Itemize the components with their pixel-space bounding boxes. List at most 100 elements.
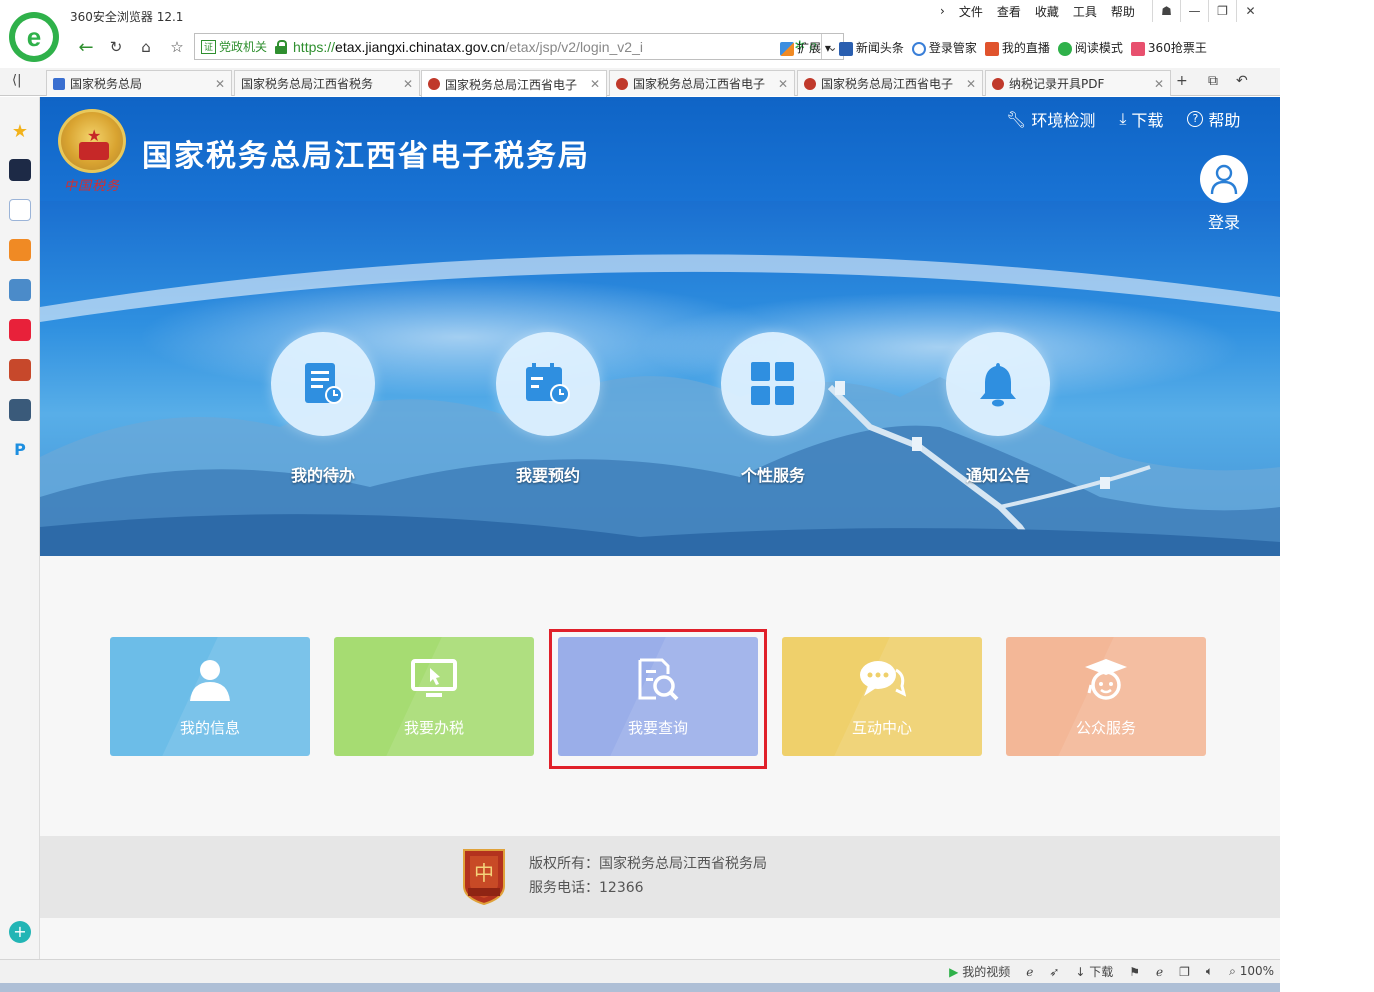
- skin-icon[interactable]: ☗: [1152, 0, 1180, 22]
- login-avatar-button[interactable]: [1200, 155, 1248, 203]
- sidebar-word-icon[interactable]: [9, 199, 31, 221]
- restore-tabs-icon[interactable]: ⧉: [1208, 73, 1218, 89]
- close-window-button[interactable]: ✕: [1236, 0, 1264, 22]
- graduate-face-icon: [1081, 655, 1131, 705]
- ext-extensions[interactable]: 扩展 ▾: [780, 39, 831, 56]
- card-query[interactable]: 我要查询: [558, 637, 758, 756]
- ext-live[interactable]: 我的直播: [984, 39, 1050, 56]
- menu-view[interactable]: 查看: [997, 3, 1021, 20]
- sidebar-p-icon[interactable]: P: [9, 439, 31, 461]
- ext-ticket[interactable]: 360抢票王: [1130, 39, 1207, 56]
- sidebar-game-3-icon[interactable]: [9, 399, 31, 421]
- chevron-right-icon[interactable]: ›: [940, 4, 945, 18]
- gov-cert-badge[interactable]: 证 党政机关: [195, 38, 275, 55]
- emblem-tab-icon: [616, 77, 628, 90]
- download-status-button[interactable]: ↓ 下载: [1075, 963, 1113, 980]
- ext-news[interactable]: 新闻头条: [838, 39, 904, 56]
- emblem-tab-icon: [992, 77, 1004, 90]
- help-link[interactable]: ? 帮助: [1187, 107, 1240, 131]
- sidebar-game-1-icon[interactable]: [9, 279, 31, 301]
- env-check-link[interactable]: 🔧︎ 环境检测: [1006, 107, 1095, 131]
- sidebar-toggle-icon[interactable]: ⟨|: [12, 73, 21, 88]
- undo-close-icon[interactable]: ↶: [1236, 73, 1248, 89]
- hero-item-personal-service[interactable]: 个性服务: [721, 332, 825, 486]
- download-arrow-icon: ↓: [1075, 965, 1086, 979]
- sidebar-novel-icon[interactable]: [9, 239, 31, 261]
- flag-icon[interactable]: ⚑: [1129, 965, 1140, 979]
- copyright-text: 版权所有：国家税务总局江西省税务局: [529, 856, 767, 872]
- url-text[interactable]: https://etax.jiangxi.chinatax.gov.cn/eta…: [293, 39, 683, 55]
- cert-icon: 证: [201, 39, 216, 54]
- ext-reading-mode[interactable]: 阅读模式: [1057, 39, 1123, 56]
- menu-tools[interactable]: 工具: [1073, 3, 1097, 20]
- tab-6[interactable]: 纳税记录开具PDF ✕: [985, 70, 1171, 96]
- minimize-button[interactable]: —: [1180, 0, 1208, 22]
- card-interaction[interactable]: 互动中心: [782, 637, 982, 756]
- maximize-button[interactable]: ❐: [1208, 0, 1236, 22]
- menu-favorites[interactable]: 收藏: [1035, 3, 1059, 20]
- sidebar-add-icon[interactable]: +: [9, 921, 31, 943]
- hero-label-personal-service: 个性服务: [740, 466, 805, 485]
- reading-mode-icon: [1057, 41, 1072, 56]
- refresh-button[interactable]: ↻: [104, 36, 128, 58]
- address-bar[interactable]: 证 党政机关 https://etax.jiangxi.chinatax.gov…: [194, 33, 844, 60]
- sidebar-xiaohongshu-icon[interactable]: [9, 319, 31, 341]
- gov-badge-icon[interactable]: 中: [460, 846, 508, 906]
- sidebar-app-1-icon[interactable]: [9, 159, 31, 181]
- ie-mode-icon[interactable]: ℯ: [1026, 965, 1033, 979]
- close-tab-icon[interactable]: ✕: [966, 77, 976, 91]
- menu-help[interactable]: 帮助: [1111, 3, 1135, 20]
- back-button[interactable]: ←: [74, 36, 98, 58]
- login-link[interactable]: 登录: [1208, 209, 1240, 233]
- favorites-star-icon[interactable]: ★: [9, 121, 31, 143]
- tab-3-active[interactable]: 国家税务总局江西省电子 ✕: [421, 70, 607, 97]
- card-public-service[interactable]: 公众服务: [1006, 637, 1206, 756]
- new-tab-button[interactable]: +: [1176, 73, 1188, 89]
- lock-icon[interactable]: [275, 39, 288, 54]
- close-tab-icon[interactable]: ✕: [1154, 77, 1164, 91]
- todo-list-icon: [305, 363, 343, 404]
- home-button[interactable]: ⌂: [134, 36, 158, 58]
- hero-item-notice[interactable]: 通知公告: [946, 332, 1050, 486]
- download-link[interactable]: ⤓ 下载: [1119, 107, 1163, 131]
- todo-circle[interactable]: [271, 332, 375, 436]
- calendar-clock-icon: [526, 363, 570, 404]
- close-tab-icon[interactable]: ✕: [590, 77, 600, 91]
- compat-icon[interactable]: ℯ: [1156, 965, 1163, 979]
- download-icon: ⤓: [1119, 109, 1127, 128]
- url-protocol: https://: [293, 38, 336, 55]
- card-label-tax-handling: 我要办税: [403, 719, 464, 737]
- browser-logo-icon: e: [9, 12, 59, 62]
- screenshot-icon[interactable]: ❐: [1179, 965, 1190, 979]
- close-tab-icon[interactable]: ✕: [215, 77, 225, 91]
- cert-label: 党政机关: [219, 40, 268, 54]
- user-outline-icon: [1210, 164, 1238, 195]
- sidebar-game-2-icon[interactable]: [9, 359, 31, 381]
- hero-item-appointment[interactable]: 我要预约: [496, 332, 600, 486]
- speedup-rocket-icon[interactable]: ➶: [1049, 965, 1059, 979]
- close-tab-icon[interactable]: ✕: [403, 77, 413, 91]
- personal-service-circle[interactable]: [721, 332, 825, 436]
- favorite-star-button[interactable]: ☆: [165, 36, 189, 58]
- url-path: /etax/jsp/v2/login_v2_i: [505, 38, 643, 55]
- hero-banner: ★ 中国税务 国家税务总局江西省电子税务局 🔧︎ 环境检测 ⤓ 下载 ? 帮助: [40, 97, 1280, 556]
- hero-item-todo[interactable]: 我的待办: [271, 332, 375, 486]
- extension-bar: 扩展 ▾ 新闻头条 登录管家 我的直播 阅读模式 360抢票王: [780, 39, 1207, 56]
- card-label-public-service: 公众服务: [1075, 719, 1136, 737]
- browser-menu: › 文件 查看 收藏 工具 帮助: [940, 3, 1135, 19]
- menu-file[interactable]: 文件: [959, 3, 983, 20]
- tab-4[interactable]: 国家税务总局江西省电子 ✕: [609, 70, 795, 96]
- volume-icon[interactable]: 🔈︎: [1206, 964, 1213, 979]
- chat-bubbles-icon: [857, 655, 907, 705]
- card-tax-handling[interactable]: 我要办税: [334, 637, 534, 756]
- appointment-circle[interactable]: [496, 332, 600, 436]
- tab-2[interactable]: 国家税务总局江西省税务 ✕: [234, 70, 420, 96]
- card-my-info[interactable]: 我的信息: [110, 637, 310, 756]
- close-tab-icon[interactable]: ✕: [778, 77, 788, 91]
- tab-5[interactable]: 国家税务总局江西省电子 ✕: [797, 70, 983, 96]
- tab-1[interactable]: 国家税务总局 ✕: [46, 70, 232, 96]
- my-video-button[interactable]: ▶︎ 我的视频: [949, 963, 1010, 980]
- zoom-control[interactable]: ⌕ 100%: [1229, 964, 1274, 979]
- notice-circle[interactable]: [946, 332, 1050, 436]
- ext-login-manager[interactable]: 登录管家: [911, 39, 977, 56]
